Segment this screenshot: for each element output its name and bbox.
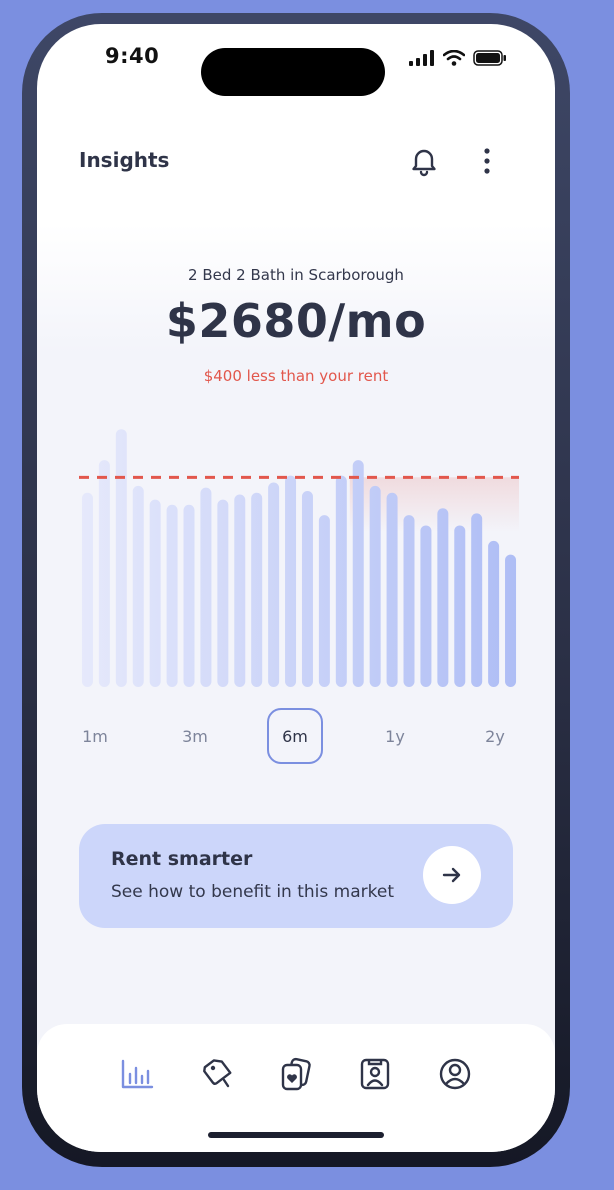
chart-bar: [268, 482, 280, 687]
chart-bar: [403, 515, 415, 688]
dynamic-island: [201, 48, 385, 96]
chart-bar: [488, 540, 500, 687]
cta-title: Rent smarter: [111, 848, 253, 870]
time-range-selector: 1m 3m 6m 1y 2y: [67, 708, 523, 766]
page-title: Insights: [79, 148, 170, 172]
chart-bar: [471, 513, 483, 687]
tab-profile-card[interactable]: [355, 1054, 395, 1094]
bell-icon[interactable]: [409, 145, 439, 177]
rent-comparison: $400 less than your rent: [203, 367, 389, 385]
chart-bar: [318, 515, 330, 688]
chart-bar: [386, 492, 398, 687]
chart-bar: [98, 460, 110, 688]
chart-bar: [115, 429, 127, 687]
portrait-frame-icon: [360, 1058, 390, 1090]
chart-bar: [183, 504, 195, 687]
chart-bar: [285, 475, 297, 687]
tab-account[interactable]: [435, 1054, 475, 1094]
app-screen: 9:40 Insights 2 Bed 2 Bath in Scarboroug…: [37, 24, 555, 1152]
arrow-right-icon: [442, 867, 461, 883]
bar-chart-icon: [121, 1059, 154, 1089]
cta-arrow-button[interactable]: [423, 846, 481, 904]
chart-bar: [301, 491, 313, 687]
tag-icon: [203, 1059, 232, 1088]
chart-bar: [81, 492, 93, 687]
chart-bar: [454, 525, 466, 687]
chart-bar: [200, 487, 212, 688]
listing-price: $2680/mo: [165, 294, 427, 348]
range-option-1m[interactable]: 1m: [67, 708, 123, 764]
chart-bar: [369, 485, 381, 687]
chart-bar: [149, 499, 161, 687]
listing-subtitle: 2 Bed 2 Bath in Scarborough: [188, 266, 404, 284]
range-option-2y[interactable]: 2y: [467, 708, 523, 764]
range-option-6m[interactable]: 6m: [267, 708, 323, 764]
tab-bar: [37, 1024, 555, 1152]
battery-icon: [473, 50, 506, 66]
status-icons: [409, 46, 507, 70]
more-vertical-icon[interactable]: [477, 145, 497, 177]
range-option-3m[interactable]: 3m: [167, 708, 223, 764]
range-option-1y[interactable]: 1y: [367, 708, 423, 764]
tab-saved[interactable]: [276, 1054, 316, 1094]
rent-smarter-card[interactable]: Rent smarter See how to benefit in this …: [79, 824, 513, 928]
chart-bar: [251, 492, 263, 687]
chart-bar: [505, 554, 517, 687]
chart-bar: [420, 525, 432, 687]
cta-subtitle: See how to benefit in this market: [111, 882, 394, 902]
chart-bar: [335, 475, 347, 687]
user-circle-icon: [439, 1058, 471, 1090]
chart-bar: [437, 508, 449, 687]
rent-trend-chart: [79, 429, 519, 688]
tab-deals[interactable]: [197, 1054, 237, 1094]
cards-heart-icon: [281, 1057, 311, 1091]
chart-bar: [352, 460, 364, 688]
tab-insights[interactable]: [117, 1054, 157, 1094]
status-time: 9:40: [105, 44, 160, 68]
chart-bar: [217, 499, 229, 687]
chart-bar: [132, 485, 144, 687]
home-indicator: [208, 1132, 384, 1138]
chart-bar: [166, 504, 178, 687]
signal-icon: [409, 50, 434, 66]
chart-bar: [234, 494, 246, 687]
wifi-icon: [443, 50, 465, 66]
